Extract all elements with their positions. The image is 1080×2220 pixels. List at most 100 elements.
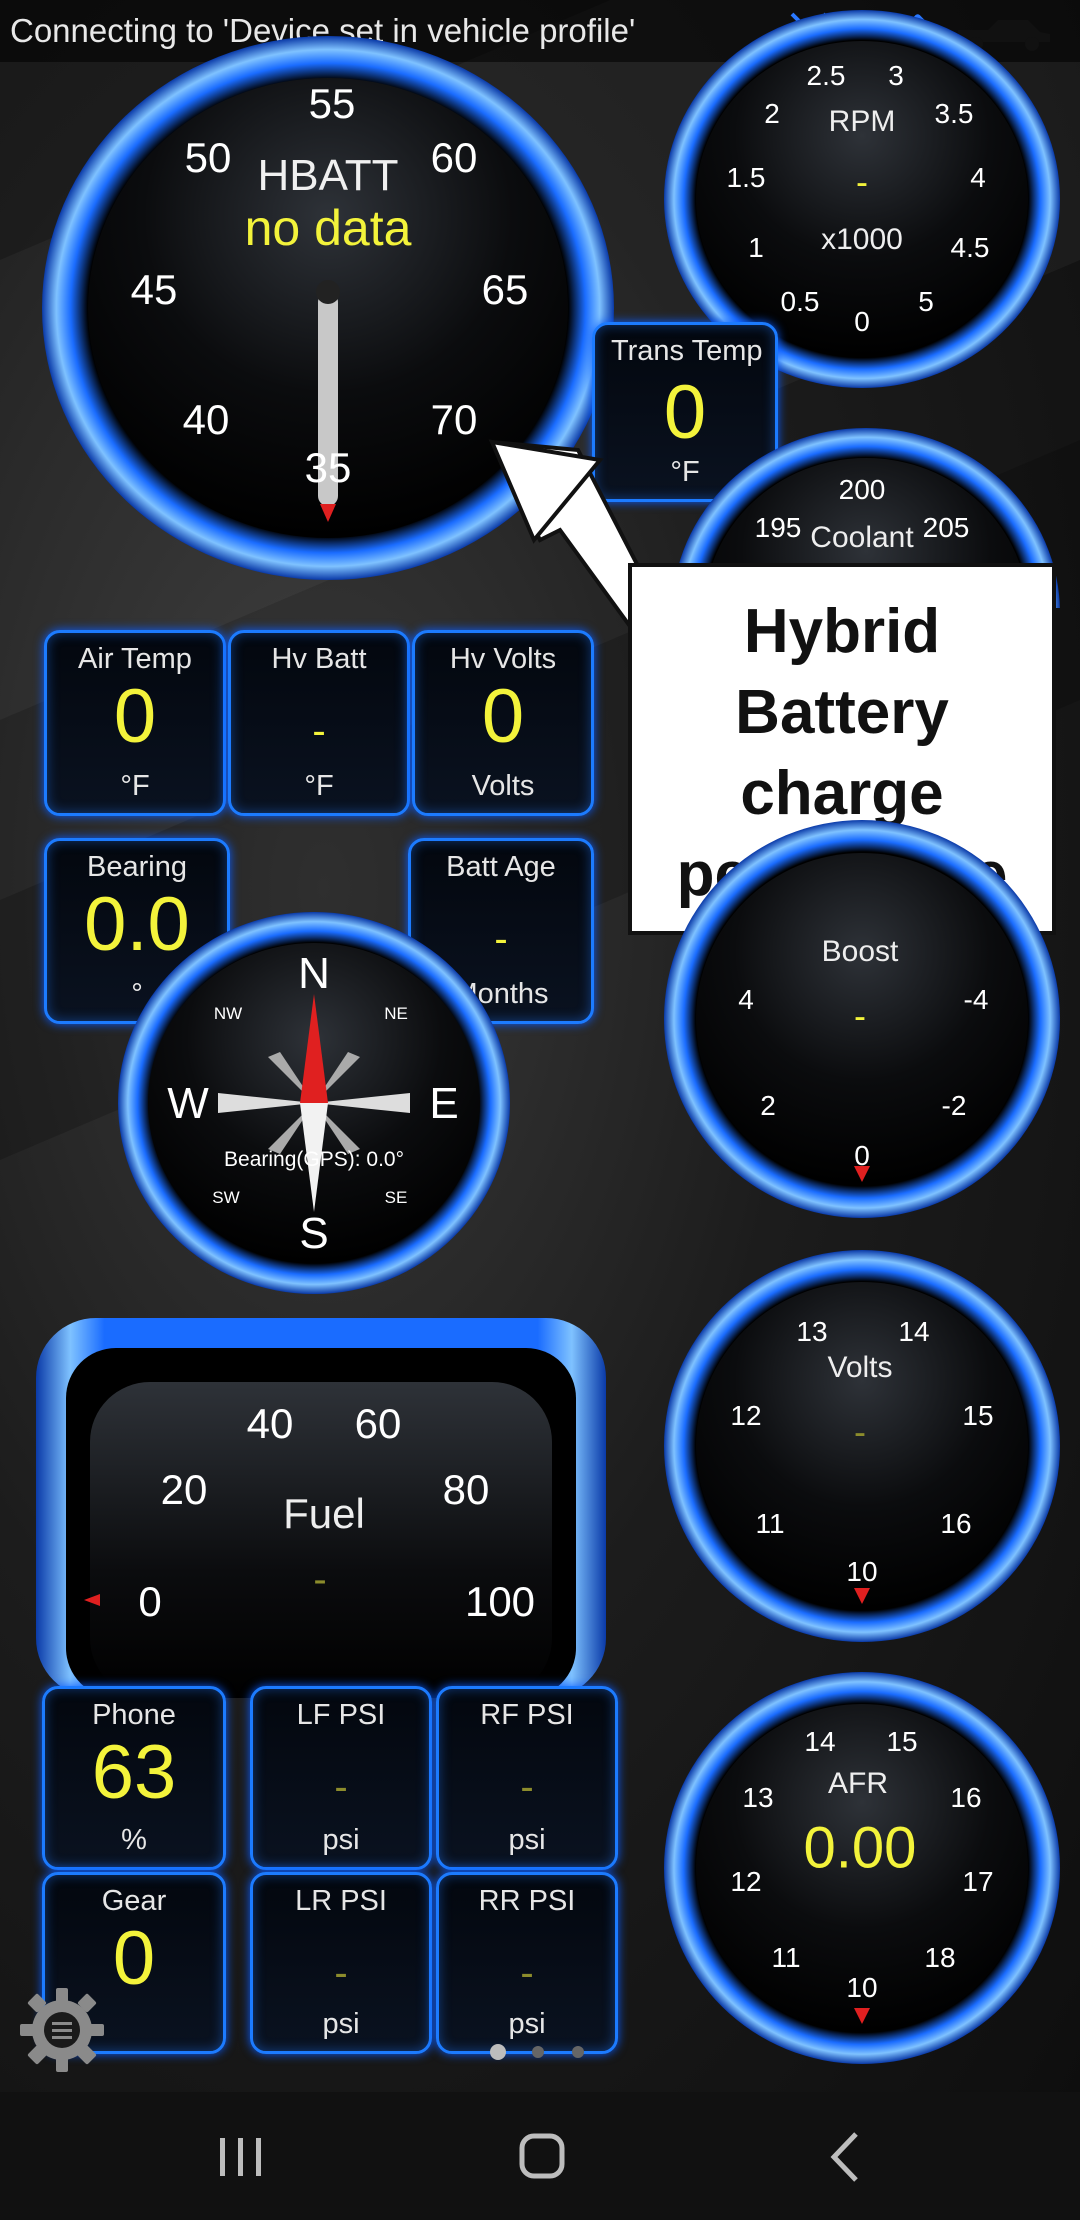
boost-value: - [854,995,866,1036]
lr-psi-tile[interactable]: LR PSI - psi [250,1872,432,2054]
boost-tick: 0 [854,1140,870,1171]
hv-volts-title: Hv Volts [449,643,557,675]
volts-tick: 10 [846,1556,878,1587]
rf-psi-tile[interactable]: RF PSI - psi [436,1686,618,1870]
rr-psi-title: RR PSI [478,1885,576,1917]
afr-tick: 12 [730,1866,762,1897]
volts-tick: 15 [962,1400,994,1431]
fuel-tick: 80 [442,1466,490,1513]
compass-ne: NE [384,1004,408,1023]
gear-menu-icon[interactable] [16,1984,108,2076]
coolant-tick: 200 [838,474,886,505]
afr-tick: 13 [742,1782,774,1813]
fuel-tick: 40 [246,1400,294,1447]
afr-tick: 16 [950,1782,982,1813]
lf-psi-unit: psi [322,1824,360,1856]
afr-gauge[interactable]: AFR 0.00 10 11 12 13 14 15 16 17 18 [664,1672,1060,2064]
hbatt-tick: 45 [130,266,178,313]
hv-batt-unit: °F [304,770,334,802]
hbatt-value: no data [244,200,412,256]
recent-apps-icon[interactable] [200,2122,280,2192]
rpm-tick: 0.5 [780,286,820,317]
coolant-tick: 205 [922,512,970,543]
rpm-tick: 5 [918,286,934,317]
volts-tick: 12 [730,1400,762,1431]
bearing-title: Bearing [87,851,187,883]
hv-batt-value: - [312,709,326,753]
hv-volts-value: 0 [481,674,525,759]
volts-gauge[interactable]: Volts - 10 11 12 13 14 15 16 [664,1250,1060,1642]
lr-psi-value: - [334,1951,348,1995]
hv-batt-tile[interactable]: Hv Batt - °F [228,630,410,816]
afr-tick: 15 [886,1726,918,1757]
hbatt-tick: 50 [184,134,232,181]
fuel-tick: 0 [138,1578,162,1625]
volts-tick: 14 [898,1316,930,1347]
volts-tick: 11 [755,1508,785,1539]
compass-n: N [298,949,330,998]
lr-psi-unit: psi [322,2008,360,2040]
rpm-tick: 4 [970,162,986,193]
air-temp-title: Air Temp [78,643,192,675]
air-temp-value: 0 [113,674,157,759]
lf-psi-value: - [334,1765,348,1809]
rf-psi-unit: psi [508,1824,546,1856]
boost-tick: 2 [760,1090,776,1121]
home-icon[interactable] [502,2122,582,2192]
page-dot-active [490,2044,506,2060]
fuel-tick: 20 [160,1466,208,1513]
fuel-gauge[interactable]: Fuel - 0 20 40 60 80 100 [36,1318,606,1698]
compass-gauge[interactable]: N S E W NE NW SE SW Bearing(GPS): 0.0° [118,912,510,1294]
rpm-tick: 3 [888,60,904,91]
rpm-tick: 0 [854,306,870,337]
afr-tick: 11 [771,1942,801,1973]
rpm-title: RPM [828,105,896,138]
lf-psi-tile[interactable]: LF PSI - psi [250,1686,432,1870]
phone-title: Phone [92,1699,176,1731]
hbatt-gauge[interactable]: HBATT no data 35 40 45 50 55 60 65 70 [42,36,614,580]
hbatt-tick: 55 [308,80,356,127]
rr-psi-tile[interactable]: RR PSI - psi [436,1872,618,2054]
coolant-title: Coolant [810,521,914,554]
rpm-value: - [856,161,868,202]
hbatt-tick: 65 [481,266,529,313]
compass-sw: SW [212,1188,240,1207]
afr-tick: 10 [846,1972,878,2003]
system-navigation-bar [0,2092,1080,2220]
lr-psi-title: LR PSI [295,1885,387,1917]
boost-title: Boost [821,935,899,968]
rpm-tick: 2 [764,98,780,129]
rf-psi-title: RF PSI [480,1699,574,1731]
boost-tick: -2 [941,1090,967,1121]
afr-tick: 18 [924,1942,956,1973]
rf-psi-value: - [520,1765,534,1809]
fuel-tick: 100 [464,1578,536,1625]
hv-batt-title: Hv Batt [271,643,367,675]
lf-psi-title: LF PSI [296,1699,386,1731]
hv-volts-tile[interactable]: Hv Volts 0 Volts [412,630,594,816]
boost-gauge[interactable]: Boost - 4 2 0 -2 -4 [664,820,1060,1218]
coolant-tick: 195 [754,512,802,543]
hbatt-tick: 60 [430,134,478,181]
volts-title: Volts [827,1351,893,1384]
afr-value: 0.00 [803,1815,917,1881]
fuel-value: - [313,1557,327,1602]
callout-line: Battery [735,678,949,747]
back-icon[interactable] [806,2122,886,2192]
volts-tick: 13 [796,1316,828,1347]
afr-tick: 17 [962,1866,994,1897]
phone-unit: % [121,1824,147,1856]
compass-nw: NW [213,1004,243,1023]
compass-bearing-text: Bearing(GPS): 0.0° [224,1148,404,1171]
afr-tick: 14 [804,1726,836,1757]
page-indicator[interactable] [486,2040,596,2064]
rpm-tick: 3.5 [934,98,974,129]
trans-temp-title: Trans Temp [611,335,763,367]
rpm-tick: 1.5 [726,162,766,193]
hbatt-tick: 70 [430,396,478,443]
fuel-title: Fuel [283,1490,365,1537]
air-temp-tile[interactable]: Air Temp 0 °F [44,630,226,816]
phone-tile[interactable]: Phone 63 % [42,1686,226,1870]
boost-tick: -4 [963,984,989,1015]
afr-title: AFR [828,1767,888,1800]
